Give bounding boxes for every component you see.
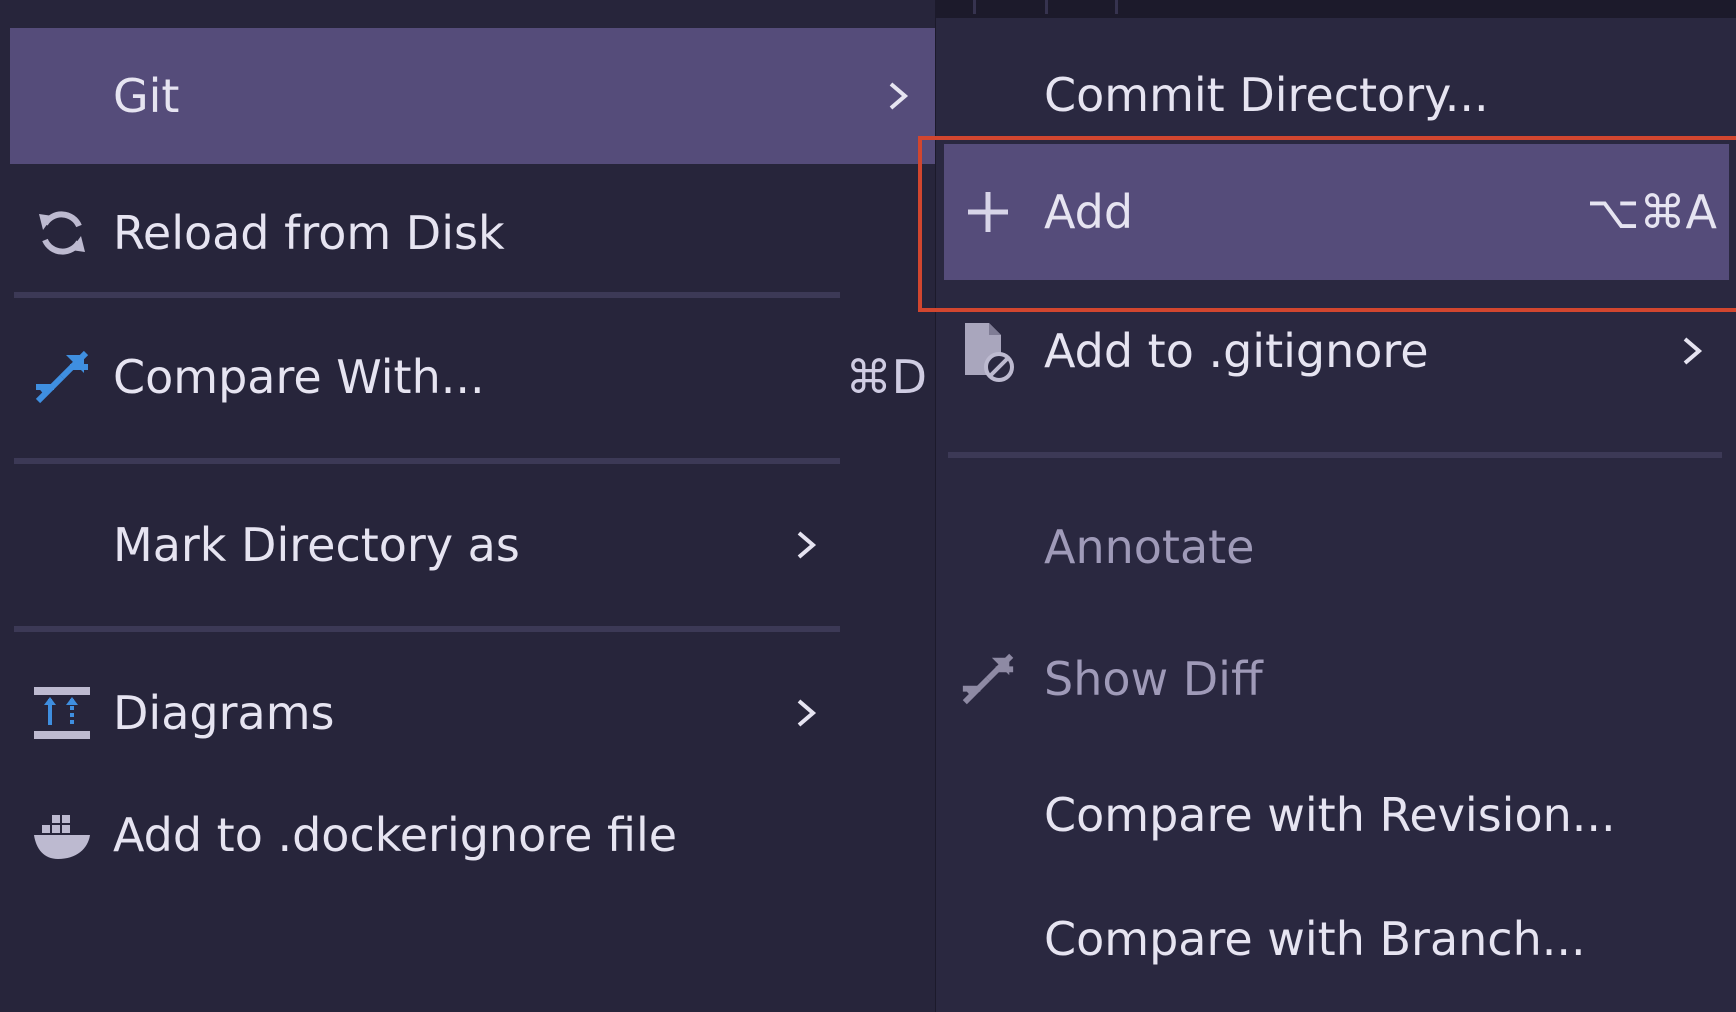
menu-item-label: Show Diff <box>1044 652 1263 706</box>
chevron-right-icon <box>797 531 817 559</box>
shortcut-label: ⌥⌘A <box>1586 185 1717 239</box>
compare-arrows-icon <box>959 650 1017 708</box>
submenu-item-compare-with-revision[interactable]: Compare with Revision... <box>944 748 1729 882</box>
menu-item-label: Reload from Disk <box>113 206 505 260</box>
menu-item-label: Compare With... <box>113 350 485 404</box>
git-submenu: Commit Directory... Add ⌥⌘A Add to .giti… <box>935 18 1736 1012</box>
submenu-item-add[interactable]: Add ⌥⌘A <box>944 144 1729 280</box>
menu-item-label: Add to .gitignore <box>1044 324 1429 378</box>
ignore-file-icon <box>959 322 1017 382</box>
chevron-right-icon <box>797 699 817 727</box>
toolbar-strip <box>935 0 1736 18</box>
chevron-right-icon <box>1683 337 1703 365</box>
menu-item-label: Add <box>1044 185 1134 239</box>
submenu-item-commit-directory[interactable]: Commit Directory... <box>944 28 1729 162</box>
menu-item-compare-with[interactable]: Compare With... ⌘D <box>10 310 935 444</box>
context-menu: Git Reload from Disk Compare With... ⌘D … <box>0 0 935 1012</box>
plus-icon <box>959 183 1017 241</box>
submenu-item-annotate: Annotate <box>944 480 1729 614</box>
menu-separator <box>14 626 840 632</box>
menu-separator <box>14 292 840 298</box>
menu-item-label: Commit Directory... <box>1044 68 1489 122</box>
menu-item-label: Diagrams <box>113 686 335 740</box>
shortcut-label: ⌘D <box>845 350 927 404</box>
menu-separator <box>14 458 840 464</box>
menu-item-label: Mark Directory as <box>113 518 520 572</box>
chevron-right-icon <box>889 82 909 110</box>
menu-item-add-to-dockerignore[interactable]: Add to .dockerignore file <box>10 768 935 902</box>
reload-icon <box>32 203 92 263</box>
menu-item-reload-from-disk[interactable]: Reload from Disk <box>10 166 935 300</box>
docker-icon <box>32 805 92 865</box>
menu-item-label: Annotate <box>1044 520 1255 574</box>
diagram-icon <box>32 683 92 743</box>
menu-item-diagrams[interactable]: Diagrams <box>10 646 935 780</box>
submenu-item-add-to-gitignore[interactable]: Add to .gitignore <box>944 284 1729 418</box>
menu-separator <box>948 452 1722 458</box>
submenu-item-show-diff: Show Diff <box>944 612 1729 746</box>
menu-item-label: Compare with Branch... <box>1044 912 1586 966</box>
menu-item-label: Compare with Revision... <box>1044 788 1616 842</box>
compare-arrows-icon <box>32 347 92 407</box>
menu-item-label: Add to .dockerignore file <box>113 808 678 862</box>
submenu-item-compare-with-branch[interactable]: Compare with Branch... <box>944 872 1729 1006</box>
menu-item-label: Git <box>113 69 180 123</box>
menu-item-mark-directory-as[interactable]: Mark Directory as <box>10 478 935 612</box>
menu-item-git[interactable]: Git <box>10 28 935 164</box>
